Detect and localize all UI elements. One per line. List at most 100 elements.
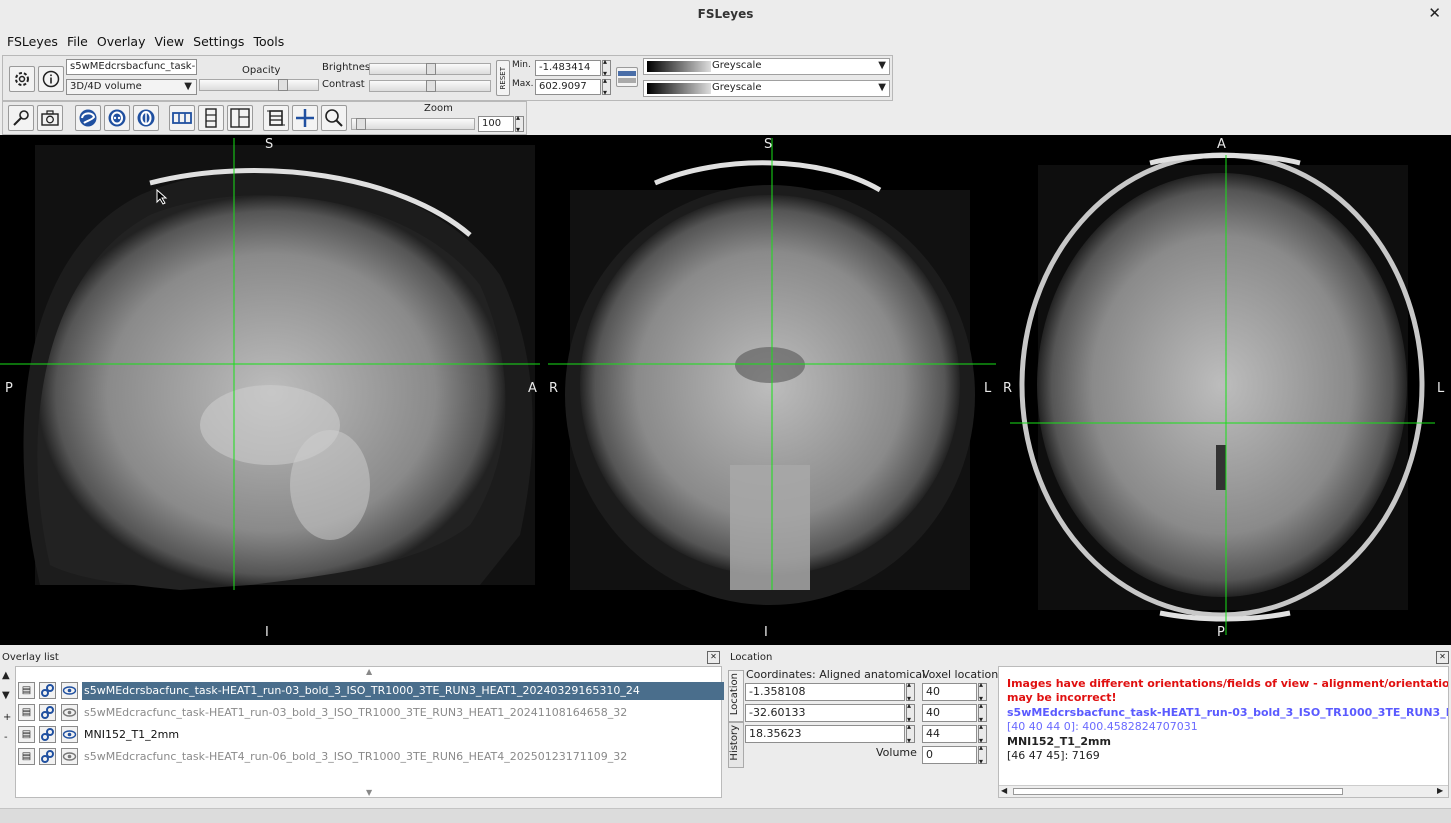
layout-grid-button[interactable] xyxy=(227,105,253,131)
link-overlay-icon[interactable] xyxy=(39,704,56,721)
menu-settings[interactable]: Settings xyxy=(190,34,250,49)
save-overlay-icon[interactable]: ▤ xyxy=(18,682,35,699)
save-overlay-icon[interactable]: ▤ xyxy=(18,748,35,765)
coronal-brain-icon xyxy=(108,109,126,127)
zoom-slider-thumb[interactable] xyxy=(356,118,366,130)
axial-brain-icon xyxy=(137,109,155,127)
min-value-input[interactable]: -1.483414 xyxy=(535,60,601,76)
link-overlay-icon[interactable] xyxy=(39,682,56,699)
orientation-warning-line2: may be incorrect! xyxy=(1007,691,1117,704)
overlay-type-dropdown[interactable]: 3D/4D volume ▼ xyxy=(66,79,197,95)
save-overlay-icon[interactable]: ▤ xyxy=(18,726,35,743)
zoom-spinner[interactable] xyxy=(515,113,524,134)
info-horizontal-scrollbar[interactable]: ◀ ▶ xyxy=(999,785,1448,797)
axial-slice[interactable] xyxy=(1019,152,1425,622)
brightness-slider-thumb[interactable] xyxy=(426,63,436,75)
menu-view[interactable]: View xyxy=(151,34,190,49)
menu-file[interactable]: File xyxy=(64,34,94,49)
voxel-y-spinner[interactable] xyxy=(978,701,987,724)
min-value-spinner[interactable] xyxy=(602,57,611,78)
scroll-up-icon[interactable]: ▲ xyxy=(366,667,372,676)
toggle-axial-button[interactable] xyxy=(133,105,159,131)
overlay-name-field[interactable]: s5wMEdcrsbacfunc_task-HEA xyxy=(66,59,197,75)
volume-spinner[interactable] xyxy=(978,743,987,766)
zoom-slider[interactable] xyxy=(351,118,475,130)
screenshot-button[interactable] xyxy=(37,105,63,131)
reset-button[interactable]: RESET xyxy=(496,60,510,96)
opacity-slider-thumb[interactable] xyxy=(278,79,288,91)
close-panel-icon[interactable]: ✕ xyxy=(1436,651,1449,664)
invert-colormap-button[interactable] xyxy=(616,67,638,87)
coord-y-input[interactable]: -32.60133 xyxy=(745,704,905,722)
save-overlay-icon[interactable]: ▤ xyxy=(18,704,35,721)
axial-label-left: R xyxy=(1003,381,1013,396)
negative-colormap-dropdown[interactable]: Greyscale ▼ xyxy=(643,80,890,97)
view-settings-button[interactable] xyxy=(8,105,34,131)
layout-vertical-button[interactable] xyxy=(198,105,224,131)
toggle-coronal-button[interactable] xyxy=(104,105,130,131)
status-bar xyxy=(0,808,1451,823)
link-overlay-icon[interactable] xyxy=(39,748,56,765)
contrast-slider[interactable] xyxy=(369,80,491,92)
scroll-left-icon[interactable]: ◀ xyxy=(1001,786,1007,795)
eye-visibility-icon[interactable] xyxy=(61,726,78,743)
overlay-list-item[interactable]: ▤ s5wMEdcracfunc_task-HEAT1_run-03_bold_3… xyxy=(16,702,721,722)
coord-z-input[interactable]: 18.35623 xyxy=(745,725,905,743)
zoom-mode-button[interactable] xyxy=(321,105,347,131)
overlay-list-item[interactable]: ▤ s5wMEdcracfunc_task-HEAT4_run-06_bold_3… xyxy=(16,746,721,766)
toggle-cursor-button[interactable] xyxy=(292,105,318,131)
coronal-label-right: L xyxy=(984,381,992,396)
remove-overlay-icon[interactable]: - xyxy=(4,732,8,743)
menu-tools[interactable]: Tools xyxy=(250,34,290,49)
sagittal-brain-icon xyxy=(79,109,97,127)
scroll-right-icon[interactable]: ▶ xyxy=(1437,786,1443,795)
coord-x-spinner[interactable] xyxy=(906,680,915,703)
toggle-labels-button[interactable] xyxy=(263,105,289,131)
eye-visibility-icon[interactable] xyxy=(61,748,78,765)
info-button[interactable] xyxy=(38,66,64,92)
coronal-slice[interactable] xyxy=(565,160,975,605)
ortho-viewer[interactable]: S I P A S I R L A P R L xyxy=(0,135,1451,645)
brightness-slider[interactable] xyxy=(369,63,491,75)
toggle-sagittal-button[interactable] xyxy=(75,105,101,131)
contrast-slider-thumb[interactable] xyxy=(426,80,436,92)
eye-visibility-icon[interactable] xyxy=(61,682,78,699)
max-value-input[interactable]: 602.9097 xyxy=(535,79,601,95)
voxel-y-input[interactable]: 40 xyxy=(922,704,977,722)
location-info-box: Images have different orientations/field… xyxy=(998,666,1449,798)
overlay-list-item[interactable]: ▤ MNI152_T1_2mm xyxy=(16,724,721,744)
scroll-down-icon[interactable]: ▼ xyxy=(366,788,372,797)
coord-x-input[interactable]: -1.358108 xyxy=(745,683,905,701)
voxel-z-input[interactable]: 44 xyxy=(922,725,977,743)
close-panel-icon[interactable]: ✕ xyxy=(707,651,720,664)
menu-overlay[interactable]: Overlay xyxy=(94,34,152,49)
chevron-down-icon: ▼ xyxy=(878,60,886,71)
layout-horizontal-button[interactable] xyxy=(169,105,195,131)
settings-gear-button[interactable] xyxy=(9,66,35,92)
move-down-icon[interactable]: ▼ xyxy=(2,690,10,701)
voxel-z-spinner[interactable] xyxy=(978,722,987,745)
add-overlay-icon[interactable]: + xyxy=(3,712,11,723)
coord-y-spinner[interactable] xyxy=(906,701,915,724)
close-icon[interactable]: ✕ xyxy=(1428,4,1441,22)
coord-z-spinner[interactable] xyxy=(906,722,915,745)
colormap-gradient xyxy=(647,61,711,72)
volume-input[interactable]: 0 xyxy=(922,746,977,764)
sagittal-slice[interactable] xyxy=(23,145,535,590)
tab-location[interactable]: Location xyxy=(728,670,744,722)
tab-history[interactable]: History xyxy=(728,722,744,768)
brain-slices-canvas[interactable] xyxy=(0,135,1451,645)
opacity-slider[interactable] xyxy=(199,79,319,91)
overlay-list-item[interactable]: ▤ s5wMEdcrsbacfunc_task-HEAT1_run-03_bold… xyxy=(16,680,724,700)
voxel-x-input[interactable]: 40 xyxy=(922,683,977,701)
max-label: Max. xyxy=(512,79,534,89)
move-up-icon[interactable]: ▲ xyxy=(2,670,10,681)
voxel-x-spinner[interactable] xyxy=(978,680,987,703)
eye-visibility-icon[interactable] xyxy=(61,704,78,721)
link-overlay-icon[interactable] xyxy=(39,726,56,743)
max-value-spinner[interactable] xyxy=(602,76,611,97)
scrollbar-thumb[interactable] xyxy=(1013,788,1343,795)
colormap-dropdown[interactable]: Greyscale ▼ xyxy=(643,58,890,75)
zoom-value-input[interactable]: 100 xyxy=(478,116,514,132)
menu-fsleyes[interactable]: FSLeyes xyxy=(4,34,64,49)
